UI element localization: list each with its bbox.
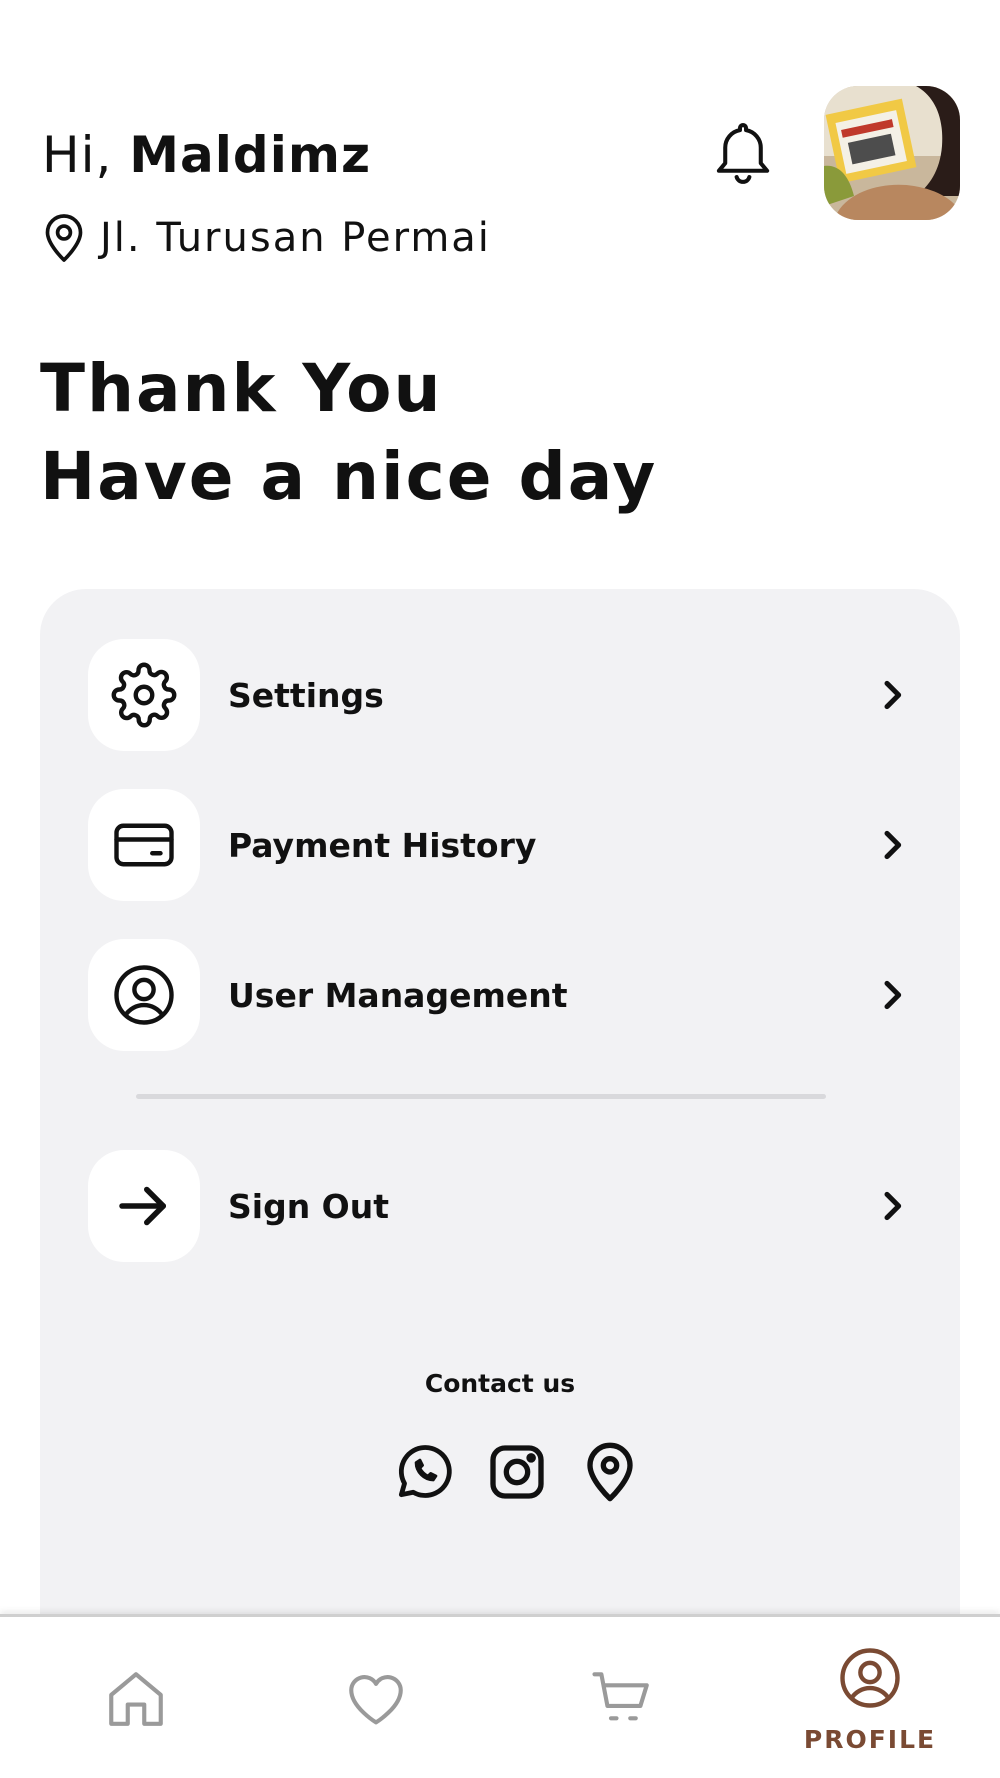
hero-title: Thank You: [40, 350, 443, 427]
gear-icon: [111, 662, 177, 728]
map-pin-icon[interactable]: [578, 1440, 642, 1504]
instagram-icon[interactable]: [485, 1440, 549, 1504]
chevron-right-icon: [884, 980, 902, 1010]
menu-item-sign-out[interactable]: Sign Out: [88, 1150, 912, 1262]
nav-item-favorites[interactable]: [336, 1617, 416, 1778]
heart-icon: [349, 1675, 403, 1725]
menu-label-settings: Settings: [228, 675, 384, 715]
menu-icon-box: [88, 789, 200, 901]
social-links: [392, 1437, 642, 1507]
bottom-nav: PROFILE: [0, 1614, 1000, 1778]
user-circle-icon: [114, 965, 174, 1025]
arrow-right-icon: [119, 1186, 166, 1226]
hero: Thank You Have a nice day: [40, 345, 657, 521]
location[interactable]: Jl. Turusan Permai: [42, 210, 491, 266]
menu-icon-box: [88, 939, 200, 1051]
nav-item-cart[interactable]: [582, 1617, 662, 1778]
profile-icon: [840, 1647, 900, 1708]
chevron-right-icon: [884, 1191, 902, 1221]
chevron-right-icon: [884, 680, 902, 710]
map-pin-icon: [45, 214, 83, 262]
menu-icon-box: [88, 1150, 200, 1262]
bell-icon[interactable]: [712, 120, 774, 186]
menu-label-payment-history: Payment History: [228, 825, 537, 865]
nav-item-profile[interactable]: PROFILE: [800, 1617, 940, 1778]
menu-label-user-management: User Management: [228, 975, 568, 1015]
home-icon: [109, 1672, 163, 1726]
greeting: Hi, Maldimz: [42, 125, 371, 185]
user-name: Maldimz: [129, 126, 372, 184]
menu-icon-box: [88, 639, 200, 751]
nav-label-profile: PROFILE: [803, 1724, 937, 1754]
greeting-prefix: Hi,: [42, 126, 113, 184]
whatsapp-icon[interactable]: [392, 1440, 456, 1504]
hero-subtitle: Have a nice day: [40, 438, 658, 515]
menu-item-settings[interactable]: Settings: [88, 639, 912, 751]
menu-panel: Settings Payment History User Management: [40, 589, 960, 1619]
menu-divider: [136, 1094, 826, 1099]
header: Hi, Maldimz Jl. Turusan Permai: [0, 0, 1000, 300]
menu-label-sign-out: Sign Out: [228, 1186, 390, 1226]
contact-title: Contact us: [424, 1369, 576, 1398]
chevron-right-icon: [884, 830, 902, 860]
credit-card-icon: [114, 823, 174, 867]
menu-item-payment-history[interactable]: Payment History: [88, 789, 912, 901]
avatar-photo: [824, 86, 960, 220]
nav-item-home[interactable]: [96, 1617, 176, 1778]
avatar[interactable]: [824, 86, 960, 220]
menu-item-user-management[interactable]: User Management: [88, 939, 912, 1051]
cart-icon: [592, 1672, 649, 1721]
location-text: Jl. Turusan Permai: [100, 215, 491, 261]
